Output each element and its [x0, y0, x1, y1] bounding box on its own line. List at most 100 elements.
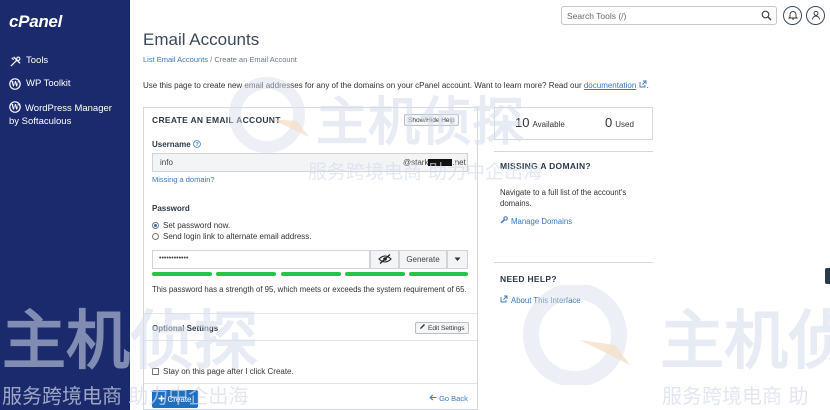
- breadcrumb-list-email-accounts[interactable]: List Email Accounts: [143, 55, 208, 64]
- available-count: 10 Available: [515, 115, 565, 130]
- intro-end: .: [646, 81, 649, 90]
- eye-slash-icon: [377, 253, 392, 266]
- watermark-subtext: 服务跨境电商 助: [662, 384, 809, 408]
- sidebar-item-label: Tools: [26, 55, 49, 66]
- sidebar: cPanel Tools W WP Toolkit W WordPress Ma…: [0, 0, 130, 410]
- username-value: info: [160, 158, 173, 167]
- edit-settings-button[interactable]: Edit Settings: [415, 322, 469, 334]
- caret-down-icon: [454, 255, 461, 264]
- intro-sentence: Use this page to create new email addres…: [143, 81, 584, 90]
- side-panel-tab[interactable]: [825, 268, 830, 284]
- divider: [494, 262, 653, 263]
- edit-settings-label: Edit Settings: [428, 324, 465, 332]
- create-label: Create: [167, 394, 192, 404]
- email-account-stats: 10 Available 0 Used: [494, 107, 653, 140]
- password-value: ••••••••••••: [159, 255, 189, 262]
- wordpress-icon: W: [9, 101, 21, 113]
- sidebar-item-label: WordPress Manager by Softaculous: [9, 103, 112, 127]
- form-title: CREATE AN EMAIL ACCOUNT: [152, 115, 281, 125]
- divider: [144, 383, 477, 384]
- radio-send-login-link[interactable]: Send login link to alternate email addre…: [152, 232, 312, 241]
- divider: [494, 151, 653, 152]
- user-menu-button[interactable]: [806, 6, 825, 25]
- divider: [144, 340, 477, 341]
- show-hide-help-button[interactable]: Show/Hide Help: [404, 114, 459, 126]
- radio-button[interactable]: [152, 233, 159, 240]
- watermark-text: 主机侦: [660, 305, 830, 379]
- svg-text:W: W: [10, 80, 19, 89]
- username-label-text: Username: [152, 140, 191, 149]
- go-back-label: Go Back: [439, 394, 468, 403]
- wordpress-icon: W: [9, 78, 21, 90]
- used-number: 0: [605, 115, 613, 130]
- user-icon: [811, 10, 821, 22]
- missing-domain-title: MISSING A DOMAIN?: [500, 161, 591, 171]
- stay-on-page-checkbox[interactable]: [152, 368, 159, 375]
- external-link-icon: [500, 295, 508, 305]
- stay-on-page-checkbox-row[interactable]: Stay on this page after I click Create.: [152, 367, 294, 376]
- plus-icon: [158, 395, 165, 404]
- username-field[interactable]: info @stark .net: [152, 153, 468, 172]
- help-icon[interactable]: ?: [193, 140, 201, 150]
- strength-bar-segment: [216, 272, 276, 276]
- manage-domains-link[interactable]: Manage Domains: [500, 216, 572, 226]
- strength-bar-segment: [409, 272, 468, 276]
- need-help-title: NEED HELP?: [500, 274, 557, 284]
- available-number: 10: [515, 115, 530, 130]
- available-label: Available: [532, 120, 565, 129]
- password-strength-text: This password has a strength of 95, whic…: [152, 285, 467, 294]
- missing-domain-text: Navigate to a full list of the account's…: [500, 188, 627, 208]
- breadcrumb-current: Create an Email Account: [214, 55, 297, 64]
- arrow-left-icon: [429, 394, 437, 403]
- used-count: 0 Used: [605, 115, 634, 130]
- bell-icon: [787, 10, 798, 22]
- go-back-link[interactable]: Go Back: [429, 394, 468, 403]
- search-input[interactable]: [562, 7, 752, 24]
- divider: [144, 313, 477, 314]
- strength-bar-segment: [152, 272, 212, 276]
- radio-button-selected[interactable]: [152, 222, 159, 229]
- password-input[interactable]: ••••••••••••: [152, 250, 370, 269]
- strength-bar-segment: [345, 272, 405, 276]
- create-email-account-form: CREATE AN EMAIL ACCOUNT Show/Hide Help U…: [143, 107, 478, 410]
- external-link-icon: [639, 80, 647, 90]
- sidebar-item-wp-toolkit[interactable]: W WP Toolkit: [9, 77, 71, 90]
- radio-label: Set password now.: [163, 221, 231, 230]
- sidebar-item-wordpress-manager[interactable]: W WordPress Manager by Softaculous: [9, 100, 119, 128]
- create-button[interactable]: Create: [152, 390, 198, 408]
- stay-on-page-label: Stay on this page after I click Create.: [163, 367, 294, 376]
- sidebar-item-tools[interactable]: Tools: [9, 54, 48, 67]
- redacted-block: [428, 159, 453, 166]
- page-title: Email Accounts: [143, 30, 260, 49]
- about-interface-link[interactable]: About This Interface: [500, 295, 581, 305]
- strength-bar-segment: [281, 272, 341, 276]
- domain-prefix: @stark: [403, 158, 429, 167]
- domain-select[interactable]: @stark .net: [403, 158, 466, 167]
- domain-suffix: .net: [452, 158, 466, 167]
- generate-options-dropdown[interactable]: [447, 250, 468, 269]
- breadcrumb: List Email Accounts / Create an Email Ac…: [143, 55, 297, 64]
- about-interface-label: About This Interface: [511, 295, 581, 305]
- search-icon[interactable]: [761, 10, 772, 21]
- used-label: Used: [615, 120, 634, 129]
- intro-text: Use this page to create new email addres…: [143, 80, 649, 90]
- missing-domain-link[interactable]: Missing a domain?: [152, 175, 215, 184]
- username-label: Username ?: [152, 140, 201, 150]
- radio-set-password[interactable]: Set password now.: [152, 221, 230, 230]
- breadcrumb-separator: /: [210, 55, 213, 64]
- password-label: Password: [152, 204, 190, 213]
- tools-icon: [9, 55, 21, 67]
- radio-label: Send login link to alternate email addre…: [163, 232, 312, 241]
- pencil-icon: [419, 323, 426, 333]
- generate-password-button[interactable]: Generate: [399, 250, 447, 269]
- wrench-icon: [500, 216, 508, 226]
- manage-domains-label: Manage Domains: [511, 216, 573, 226]
- toggle-password-visibility-button[interactable]: [370, 250, 399, 269]
- optional-settings-label: Optional Settings: [152, 324, 219, 333]
- sidebar-item-label: WP Toolkit: [26, 78, 71, 89]
- svg-text:W: W: [10, 103, 19, 112]
- search-tools-field[interactable]: [561, 6, 777, 25]
- cpanel-logo[interactable]: cPanel: [9, 12, 62, 32]
- notifications-button[interactable]: [783, 6, 802, 25]
- documentation-link[interactable]: documentation: [584, 81, 636, 90]
